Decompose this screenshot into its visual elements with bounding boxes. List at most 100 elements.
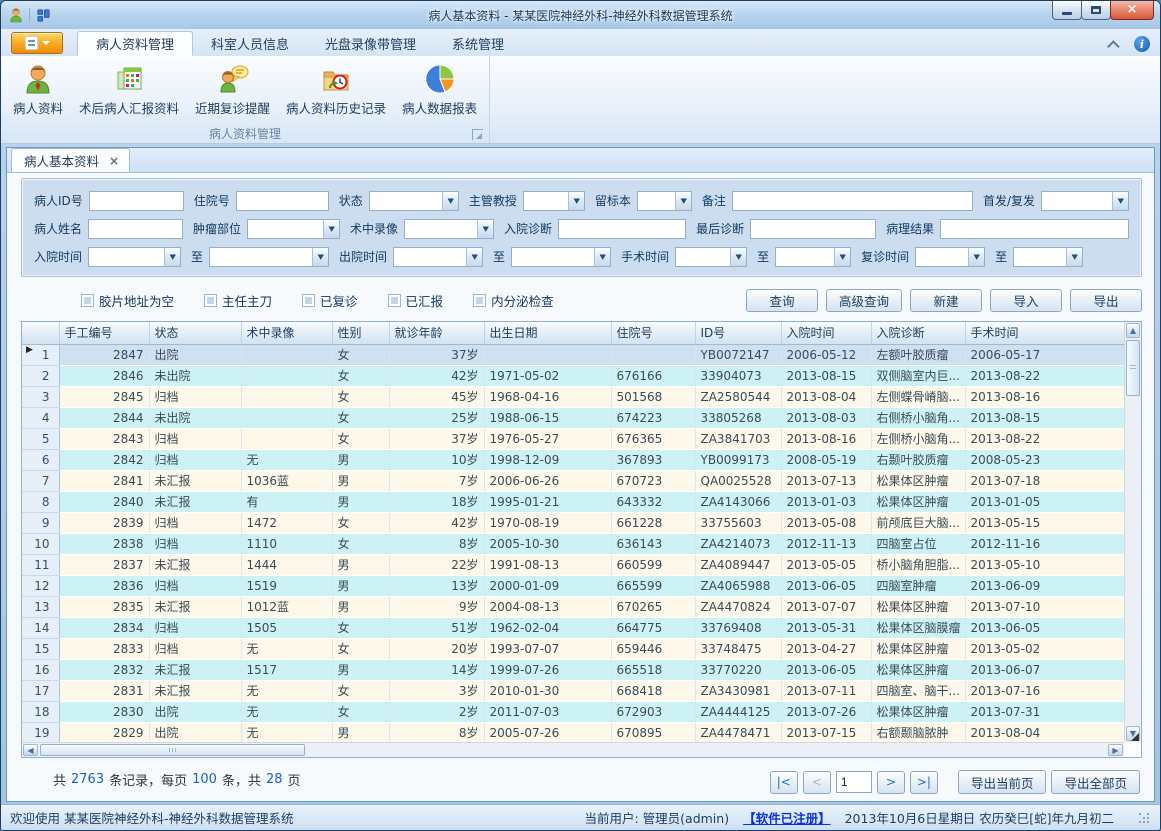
ribbon-tab-disc-tape-management[interactable]: 光盘录像带管理 <box>307 31 434 56</box>
combo-dropdown-button[interactable]: ▼ <box>477 220 493 238</box>
cell-admit-date[interactable]: 2013-07-11 <box>781 680 871 701</box>
dialog-launcher-icon[interactable] <box>472 129 483 140</box>
row-header-cell[interactable]: 4 <box>22 407 59 428</box>
cell-gender[interactable]: 男 <box>332 554 389 575</box>
table-row[interactable]: 132835未汇报1012蓝男9岁2004-08-13670265ZA44708… <box>22 596 1125 617</box>
cell-diagnosis[interactable]: 左侧蝶骨嵴脑... <box>871 386 965 407</box>
cell-status[interactable]: 出院 <box>149 344 241 365</box>
cell-admission-no[interactable]: 636143 <box>611 533 695 554</box>
cell-video[interactable]: 1505 <box>241 617 332 638</box>
cell-diagnosis[interactable]: 松果体区肿瘤 <box>871 596 965 617</box>
cell-admission-no[interactable]: 665518 <box>611 659 695 680</box>
cell-surgery-date[interactable]: 2013-07-10 <box>965 596 1125 617</box>
layout-icon[interactable] <box>35 7 52 24</box>
table-row[interactable]: 122836归档1519男13岁2000-01-09665599ZA406598… <box>22 575 1125 596</box>
cell-age[interactable]: 22岁 <box>389 554 484 575</box>
cell-gender[interactable]: 男 <box>332 596 389 617</box>
cell-surgery-date[interactable]: 2013-08-04 <box>965 722 1125 743</box>
cell-manual-no[interactable]: 2842 <box>59 449 149 470</box>
filter-combo-revisit-date-to[interactable]: ▼ <box>1013 247 1083 267</box>
cell-manual-no[interactable]: 2832 <box>59 659 149 680</box>
row-header-cell[interactable]: 11 <box>22 554 59 575</box>
cell-diagnosis[interactable]: 四脑室、脑干... <box>871 680 965 701</box>
cell-status[interactable]: 未汇报 <box>149 680 241 701</box>
cell-admit-date[interactable]: 2013-05-05 <box>781 554 871 575</box>
cell-admission-no[interactable]: 664775 <box>611 617 695 638</box>
cell-diagnosis[interactable]: 桥小脑角胆脂... <box>871 554 965 575</box>
combo-dropdown-button[interactable]: ▼ <box>730 248 746 266</box>
cell-age[interactable]: 42岁 <box>389 365 484 386</box>
cell-gender[interactable]: 女 <box>332 701 389 722</box>
advanced-query-button[interactable]: 高级查询 <box>826 289 902 312</box>
cell-admit-date[interactable]: 2006-05-12 <box>781 344 871 365</box>
table-row[interactable]: 52843归档女37岁1976-05-27676365ZA38417032013… <box>22 428 1125 449</box>
cell-diagnosis[interactable]: 松果体区肿瘤 <box>871 638 965 659</box>
cell-diagnosis[interactable]: 四脑室占位 <box>871 533 965 554</box>
cell-status[interactable]: 归档 <box>149 449 241 470</box>
app-menu-button[interactable] <box>11 32 63 54</box>
cell-manual-no[interactable]: 2837 <box>59 554 149 575</box>
cell-status[interactable]: 未汇报 <box>149 596 241 617</box>
cell-age[interactable]: 37岁 <box>389 344 484 365</box>
cell-admission-no[interactable]: 367893 <box>611 449 695 470</box>
row-header-cell[interactable]: 15 <box>22 638 59 659</box>
cell-admit-date[interactable]: 2013-04-27 <box>781 638 871 659</box>
combo-dropdown-button[interactable]: ▼ <box>968 248 984 266</box>
cell-birth-date[interactable]: 1970-08-19 <box>484 512 611 533</box>
cell-id-no[interactable]: ZA4143066 <box>695 491 781 512</box>
cell-admission-no[interactable]: 672903 <box>611 701 695 722</box>
first-page-button[interactable]: |< <box>770 771 798 794</box>
cell-age[interactable]: 9岁 <box>389 596 484 617</box>
cell-gender[interactable]: 男 <box>332 470 389 491</box>
combo-dropdown-button[interactable]: ▼ <box>466 248 482 266</box>
cell-age[interactable]: 8岁 <box>389 722 484 743</box>
checkbox-film-address-empty[interactable]: 胶片地址为空 <box>81 291 174 310</box>
table-row[interactable]: 172831未汇报无女3岁2010-01-30668418ZA343098120… <box>22 680 1125 701</box>
page-number-input[interactable] <box>836 771 872 793</box>
cell-gender[interactable]: 男 <box>332 491 389 512</box>
cell-status[interactable]: 未汇报 <box>149 491 241 512</box>
filter-input-remark[interactable] <box>732 191 973 211</box>
vertical-scroll-thumb[interactable] <box>1126 340 1140 396</box>
cell-admission-no[interactable]: 668418 <box>611 680 695 701</box>
minimize-button[interactable] <box>1052 1 1082 20</box>
cell-surgery-date[interactable]: 2013-07-18 <box>965 470 1125 491</box>
cell-manual-no[interactable]: 2840 <box>59 491 149 512</box>
cell-diagnosis[interactable]: 四脑室肿瘤 <box>871 575 965 596</box>
cell-manual-no[interactable]: 2838 <box>59 533 149 554</box>
cell-video[interactable] <box>241 386 332 407</box>
cell-age[interactable]: 51岁 <box>389 617 484 638</box>
table-row[interactable]: 72841未汇报1036蓝男7岁2006-06-26670723QA002552… <box>22 470 1125 491</box>
table-row[interactable]: 92839归档1472女42岁1970-08-19661228337556032… <box>22 512 1125 533</box>
scroll-right-icon[interactable]: ▶ <box>1108 744 1123 756</box>
combo-dropdown-button[interactable]: ▼ <box>675 192 691 210</box>
filter-input-admission-diagnosis[interactable] <box>558 219 686 239</box>
cell-manual-no[interactable]: 2845 <box>59 386 149 407</box>
cell-status[interactable]: 未出院 <box>149 407 241 428</box>
checkbox-chief-surgeon[interactable]: 主任主刀 <box>204 291 272 310</box>
cell-surgery-date[interactable]: 2013-08-15 <box>965 407 1125 428</box>
combo-dropdown-button[interactable]: ▼ <box>1066 248 1082 266</box>
cell-id-no[interactable]: 33769408 <box>695 617 781 638</box>
cell-age[interactable]: 42岁 <box>389 512 484 533</box>
cell-age[interactable]: 13岁 <box>389 575 484 596</box>
close-button[interactable]: × <box>1110 1 1154 20</box>
row-header-cell[interactable]: 13 <box>22 596 59 617</box>
cell-gender[interactable]: 男 <box>332 659 389 680</box>
table-row[interactable]: 162832未汇报1517男14岁1999-07-266655183377022… <box>22 659 1125 680</box>
cell-gender[interactable]: 女 <box>332 365 389 386</box>
cell-id-no[interactable]: ZA4214073 <box>695 533 781 554</box>
cell-id-no[interactable]: 33770220 <box>695 659 781 680</box>
cell-birth-date[interactable]: 1998-12-09 <box>484 449 611 470</box>
cell-admit-date[interactable]: 2013-06-05 <box>781 575 871 596</box>
table-row[interactable]: 182830出院无女2岁2011-07-03672903ZA4444125201… <box>22 701 1125 722</box>
tab-close-icon[interactable]: × <box>109 154 119 168</box>
cell-admit-date[interactable]: 2013-05-31 <box>781 617 871 638</box>
filter-combo-surgery-date-from[interactable]: ▼ <box>675 247 747 267</box>
cell-admission-no[interactable]: 660599 <box>611 554 695 575</box>
row-header-cell[interactable]: 10 <box>22 533 59 554</box>
filter-combo-discharge-date-from[interactable]: ▼ <box>393 247 483 267</box>
cell-diagnosis[interactable]: 左侧桥小脑角... <box>871 428 965 449</box>
row-header-cell[interactable]: 7 <box>22 470 59 491</box>
cell-gender[interactable]: 女 <box>332 386 389 407</box>
